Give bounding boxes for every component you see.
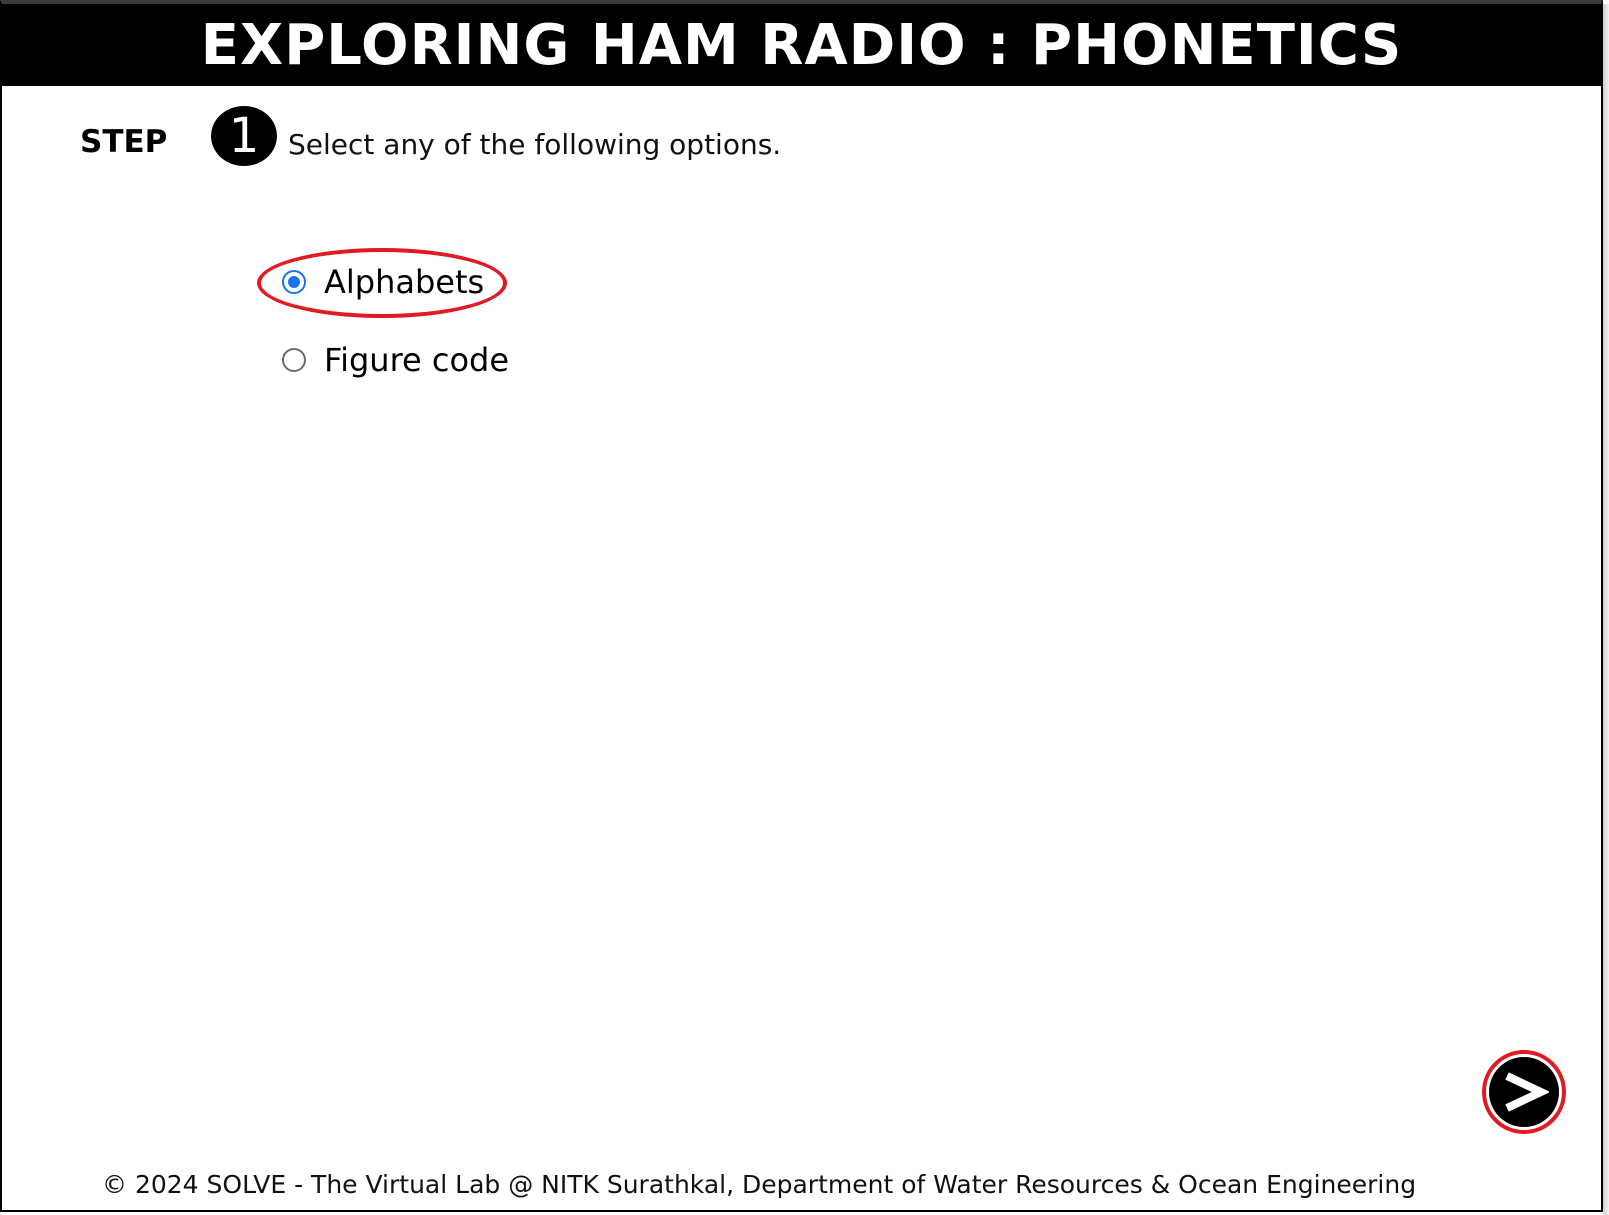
header-bar: EXPLORING HAM RADIO : PHONETICS [2,4,1601,86]
lab-frame: EXPLORING HAM RADIO : PHONETICS STEP 1 S… [0,0,1603,1212]
option-figure-code[interactable]: Figure code [282,344,509,376]
radio-figure-code[interactable] [282,348,306,372]
page-edge-shadow [1603,4,1609,1215]
step-instruction: Select any of the following options. [288,128,782,161]
step-row: STEP 1 Select any of the following optio… [80,106,781,172]
option-alphabets-label[interactable]: Alphabets [324,266,484,298]
footer-copyright: © 2024 SOLVE - The Virtual Lab @ NITK Su… [102,1170,1417,1199]
option-figure-code-label[interactable]: Figure code [324,344,509,376]
option-alphabets[interactable]: Alphabets [282,266,484,298]
next-arrow-icon [1489,1057,1559,1127]
page-title: EXPLORING HAM RADIO : PHONETICS [200,13,1403,78]
step-number-badge: 1 [211,106,277,166]
radio-alphabets[interactable] [282,270,306,294]
step-label: STEP [80,124,168,160]
next-button[interactable] [1482,1050,1566,1134]
